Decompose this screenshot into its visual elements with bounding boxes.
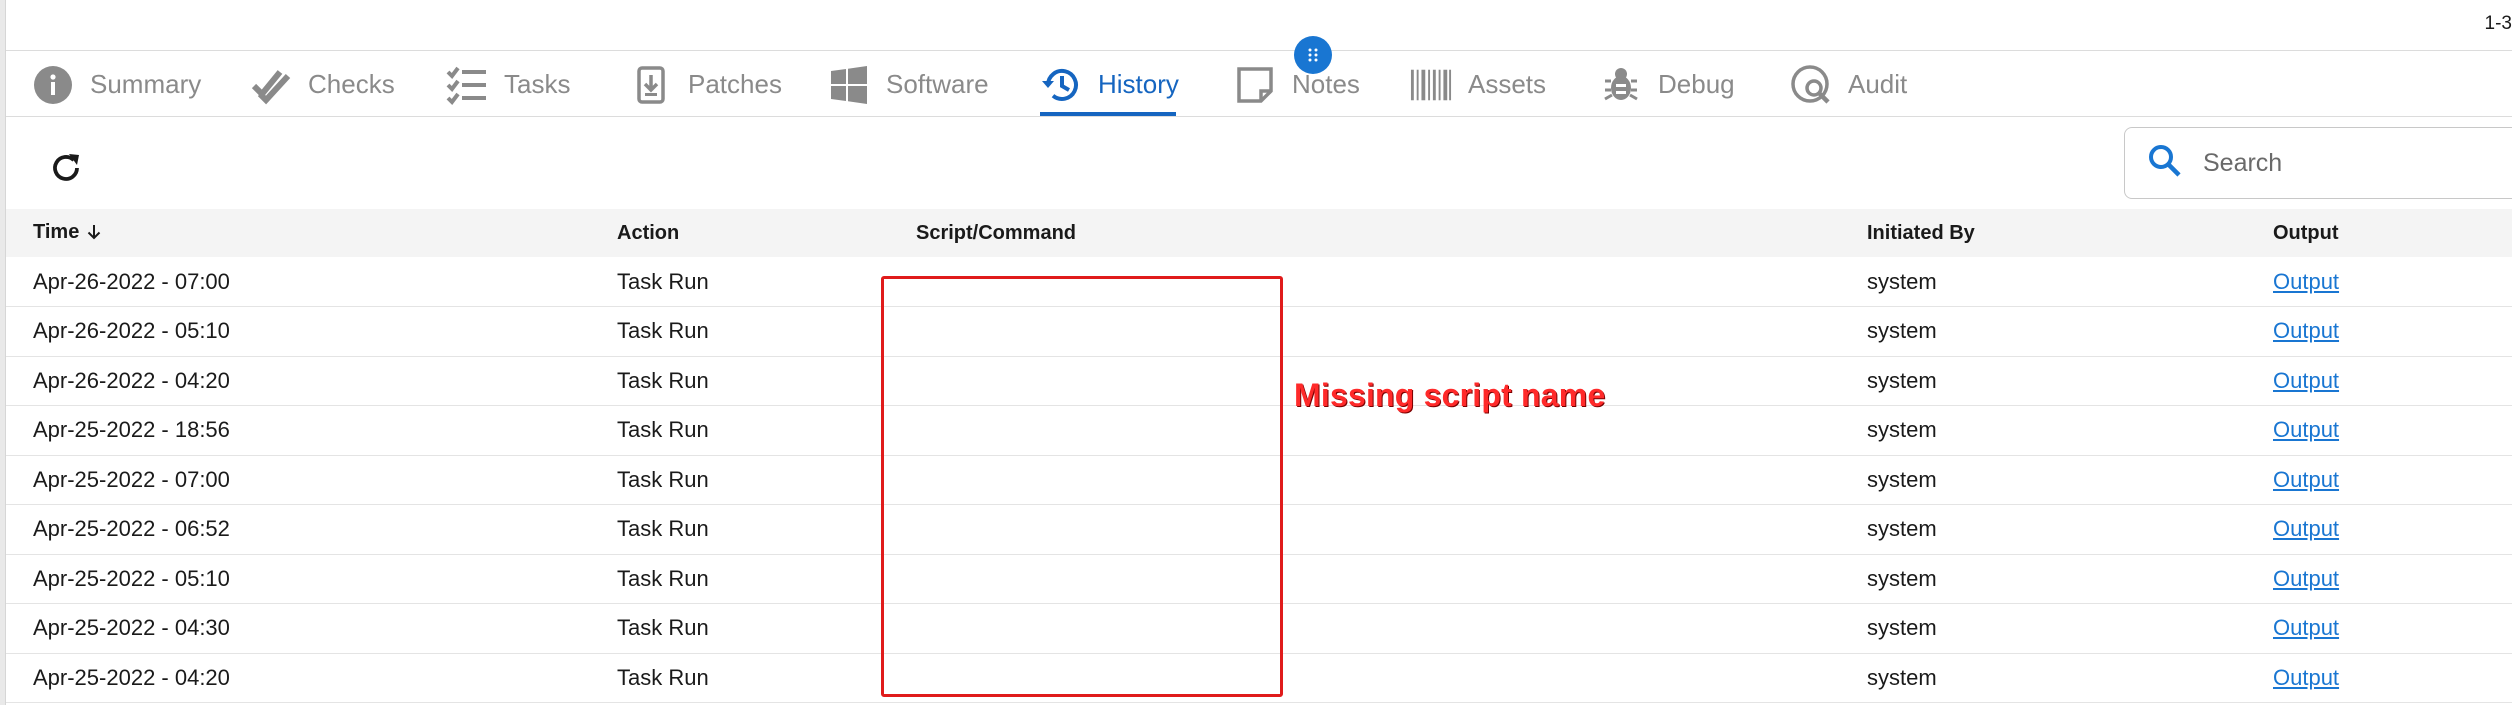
tab-summary[interactable]: Summary [32, 52, 201, 117]
tab-history[interactable]: History [1040, 52, 1179, 117]
tab-label: Assets [1468, 69, 1547, 99]
tab-label: Summary [90, 69, 202, 99]
tab-label: History [1098, 69, 1179, 99]
tab-label: Patches [688, 69, 782, 99]
column-header-time[interactable]: Time [6, 209, 590, 257]
pagination-range: 1-3 [2484, 13, 2512, 34]
checklist-icon [446, 64, 488, 106]
bug-icon [1600, 64, 1642, 106]
output-link[interactable]: Output [2273, 318, 2339, 343]
toolbar [6, 118, 2512, 210]
tab-label: Checks [308, 69, 395, 99]
action-cell: Task Run [617, 565, 709, 591]
time-cell: Apr-25-2022 - 18:56 [33, 417, 230, 443]
output-link[interactable]: Output [2273, 417, 2339, 442]
output-cell: Output [2246, 257, 2512, 307]
output-link[interactable]: Output [2273, 665, 2339, 690]
output-link[interactable]: Output [2273, 516, 2339, 541]
initiated-by-cell: system [1867, 664, 1937, 690]
info-icon [32, 64, 74, 106]
initiated-by-cell: system [1867, 565, 1937, 591]
search-field[interactable] [2124, 127, 2512, 199]
action-cell: Task Run [617, 516, 709, 542]
tab-debug[interactable]: Debug [1600, 52, 1735, 117]
output-cell: Output [2246, 653, 2512, 703]
time-cell: Apr-25-2022 - 07:00 [33, 466, 230, 492]
initiated-by-cell: system [1867, 417, 1937, 443]
tab-label: Debug [1658, 69, 1735, 99]
tab-patches[interactable]: Patches [630, 52, 782, 117]
double-check-icon [250, 64, 292, 106]
tab-tasks[interactable]: Tasks [446, 52, 570, 117]
search-icon [2147, 143, 2183, 184]
column-header-action[interactable]: Action [590, 209, 889, 257]
arrow-down-icon [87, 223, 101, 246]
output-link[interactable]: Output [2273, 269, 2339, 294]
tab-bar: Summary Checks Tasks Patches Software Hi… [6, 52, 2512, 117]
initiated-by-cell: system [1867, 516, 1937, 542]
action-cell: Task Run [617, 417, 709, 443]
tab-checks[interactable]: Checks [250, 52, 395, 117]
time-cell: Apr-26-2022 - 07:00 [33, 268, 230, 294]
output-link[interactable]: Output [2273, 467, 2339, 492]
annotation-label: Missing script name [1294, 377, 1606, 413]
initiated-by-cell: system [1867, 615, 1937, 641]
history-panel: 1-3 Summary Checks Tasks Patches Softwar… [0, 0, 2512, 705]
time-cell: Apr-25-2022 - 04:20 [33, 664, 230, 690]
download-file-icon [630, 64, 672, 106]
table-header-row: Time Action Script/Command Initiated By … [6, 209, 2512, 257]
column-header-label: Time [33, 220, 80, 243]
output-cell: Output [2246, 505, 2512, 555]
drag-handle-icon[interactable] [1294, 36, 1332, 74]
tab-label: Tasks [504, 69, 571, 99]
audit-search-icon [1790, 64, 1832, 106]
tab-label: Software [886, 69, 989, 99]
output-cell: Output [2246, 356, 2512, 406]
output-link[interactable]: Output [2273, 615, 2339, 640]
note-icon [1234, 64, 1276, 106]
action-cell: Task Run [617, 466, 709, 492]
action-cell: Task Run [617, 615, 709, 641]
time-cell: Apr-26-2022 - 04:20 [33, 367, 230, 393]
column-header-script[interactable]: Script/Command [889, 209, 1840, 257]
refresh-icon [48, 150, 84, 191]
tab-label: Notes [1292, 69, 1360, 99]
output-link[interactable]: Output [2273, 566, 2339, 591]
time-cell: Apr-25-2022 - 05:10 [33, 565, 230, 591]
action-cell: Task Run [617, 664, 709, 690]
initiated-by-cell: system [1867, 466, 1937, 492]
column-header-output[interactable]: Output [2246, 209, 2512, 257]
output-cell: Output [2246, 455, 2512, 505]
output-cell: Output [2246, 554, 2512, 604]
action-cell: Task Run [617, 268, 709, 294]
output-link[interactable]: Output [2273, 368, 2339, 393]
action-cell: Task Run [617, 367, 709, 393]
output-cell: Output [2246, 406, 2512, 456]
column-header-initiated-by[interactable]: Initiated By [1840, 209, 2246, 257]
time-cell: Apr-26-2022 - 05:10 [33, 318, 230, 344]
history-icon [1040, 64, 1082, 106]
tab-label: Audit [1848, 69, 1908, 99]
windows-icon [828, 64, 870, 106]
search-input[interactable] [2203, 148, 2503, 178]
time-cell: Apr-25-2022 - 04:30 [33, 615, 230, 641]
tab-software[interactable]: Software [828, 52, 989, 117]
action-cell: Task Run [617, 318, 709, 344]
tab-assets[interactable]: Assets [1410, 52, 1546, 117]
refresh-button[interactable] [42, 146, 90, 194]
top-bar: 1-3 [6, 0, 2512, 51]
output-cell: Output [2246, 307, 2512, 357]
barcode-icon [1410, 64, 1452, 106]
initiated-by-cell: system [1867, 318, 1937, 344]
tab-audit[interactable]: Audit [1790, 52, 1907, 117]
active-tab-indicator [1040, 112, 1176, 116]
output-cell: Output [2246, 604, 2512, 654]
time-cell: Apr-25-2022 - 06:52 [33, 516, 230, 542]
annotation-highlight-box [881, 276, 1283, 697]
initiated-by-cell: system [1867, 268, 1937, 294]
initiated-by-cell: system [1867, 367, 1937, 393]
